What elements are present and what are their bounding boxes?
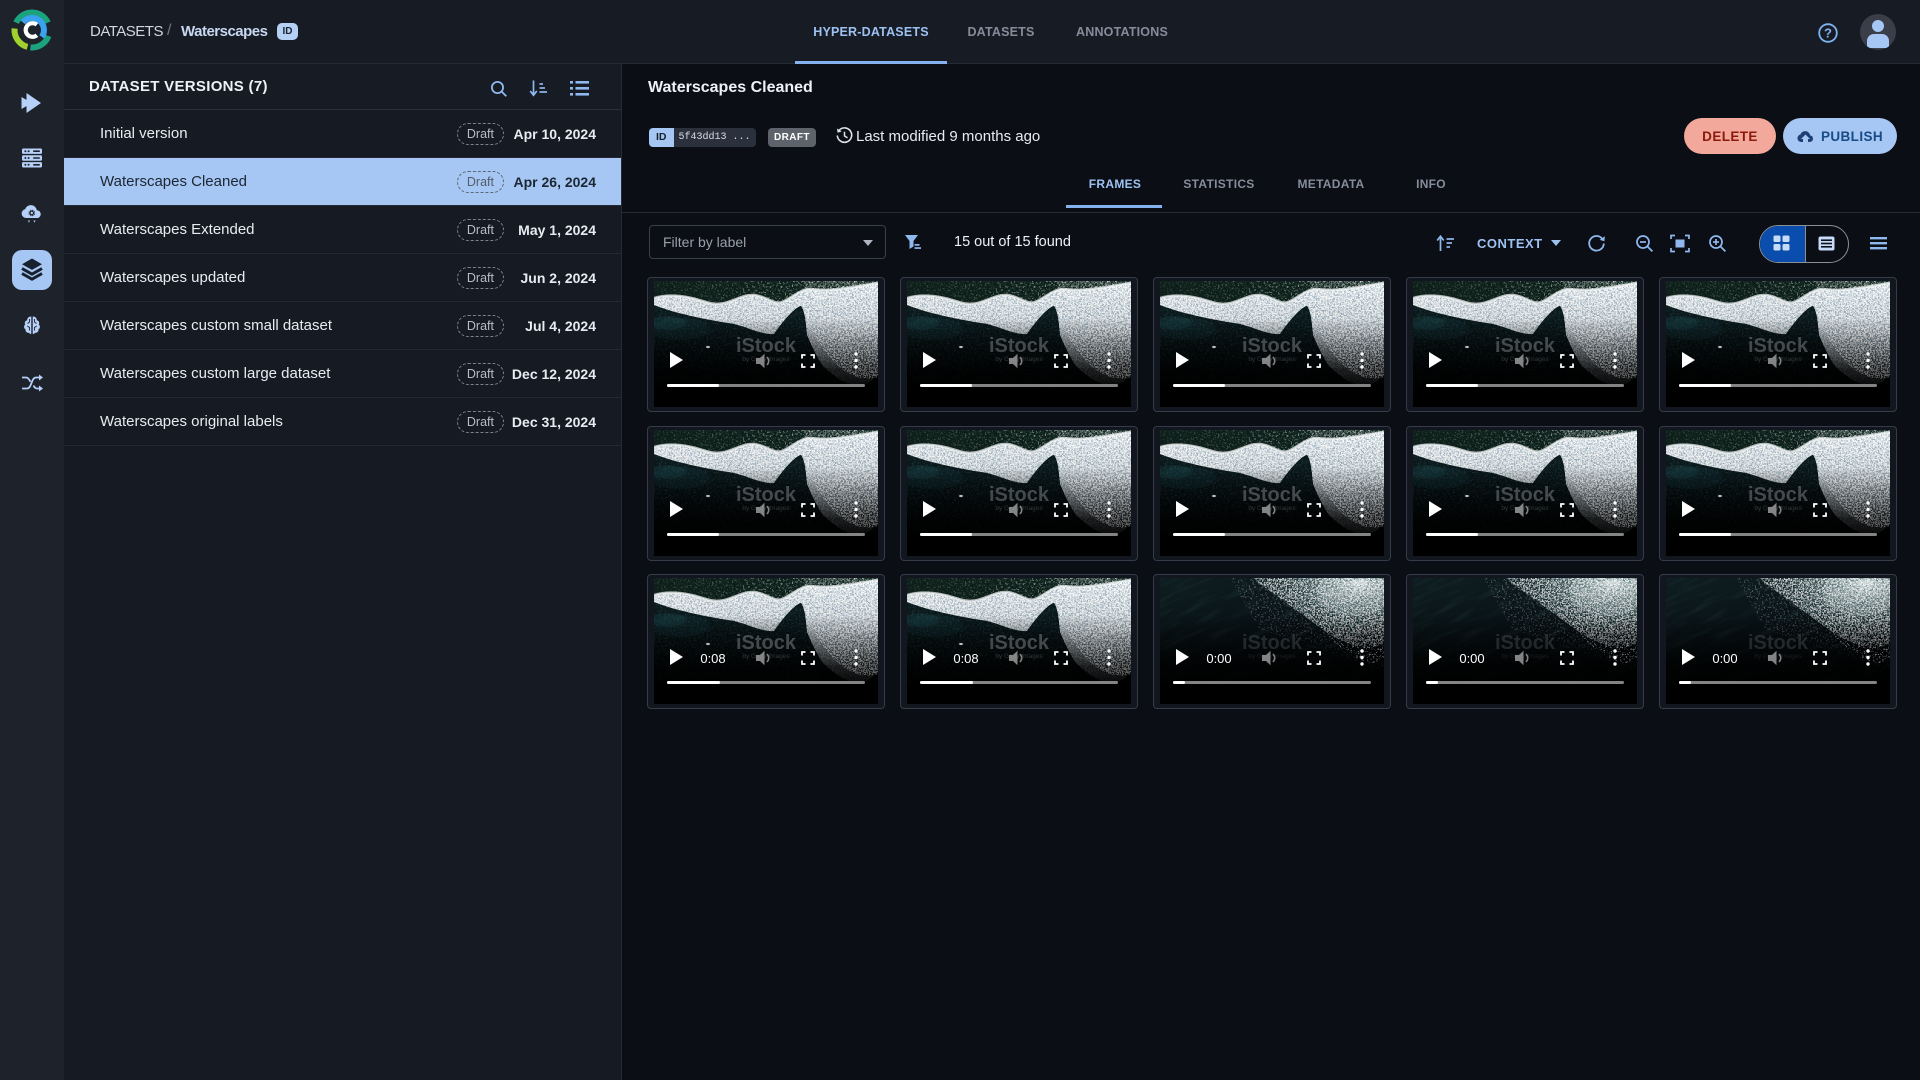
svg-text:?: ? xyxy=(1824,26,1832,41)
